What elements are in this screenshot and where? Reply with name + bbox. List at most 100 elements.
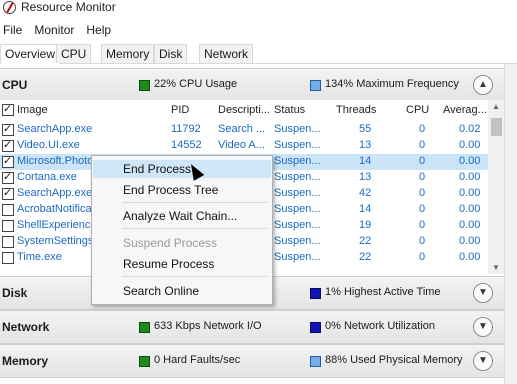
cpu-section-header[interactable]: CPU 22% CPU Usage 134% Maximum Frequency… bbox=[0, 68, 505, 102]
pid-value: 11792 bbox=[171, 123, 201, 135]
threads-value: 19 bbox=[359, 219, 372, 231]
window-scrollbar[interactable] bbox=[504, 64, 517, 384]
column-threads[interactable]: Threads bbox=[336, 104, 376, 116]
memory-used-text: 88% Used Physical Memory bbox=[325, 354, 463, 366]
row-checkbox[interactable] bbox=[2, 138, 14, 152]
select-all-checkbox[interactable] bbox=[2, 102, 14, 116]
status-value: Suspen... bbox=[274, 219, 321, 231]
scroll-thumb[interactable] bbox=[491, 118, 502, 136]
chevron-down-icon: ▼ bbox=[478, 287, 488, 298]
tab-overview[interactable]: Overview bbox=[0, 44, 61, 64]
average-value: 0.00 bbox=[459, 235, 481, 247]
memory-faults-swatch bbox=[139, 356, 150, 367]
image-name: Video.UI.exe bbox=[17, 139, 80, 151]
image-name: SearchApp.exe bbox=[17, 123, 93, 135]
table-row[interactable]: SearchApp.exe 11792 Search ... Suspen...… bbox=[0, 122, 488, 138]
row-checkbox[interactable] bbox=[2, 186, 14, 200]
status-value: Suspen... bbox=[274, 251, 321, 263]
status-value: Suspen... bbox=[274, 155, 321, 167]
average-value: 0.00 bbox=[459, 251, 481, 263]
column-status[interactable]: Status bbox=[274, 104, 305, 116]
threads-value: 13 bbox=[359, 139, 372, 151]
network-expand-button[interactable]: ▼ bbox=[473, 317, 493, 337]
average-value: 0.00 bbox=[459, 155, 481, 167]
image-name: Microsoft.Photos. bbox=[17, 155, 92, 167]
row-checkbox[interactable] bbox=[2, 154, 14, 168]
average-value: 0.02 bbox=[459, 123, 481, 135]
cpu-collapse-button[interactable]: ▲ bbox=[473, 75, 493, 95]
network-io-swatch bbox=[139, 322, 150, 333]
threads-value: 14 bbox=[359, 155, 372, 167]
status-value: Suspen... bbox=[274, 139, 321, 151]
tab-network[interactable]: Network bbox=[199, 44, 254, 63]
threads-value: 42 bbox=[359, 187, 372, 199]
cpu-usage-text: 22% CPU Usage bbox=[154, 78, 238, 90]
memory-used-swatch bbox=[310, 356, 321, 367]
cpu-value: 0 bbox=[419, 251, 426, 263]
status-value: Suspen... bbox=[274, 203, 321, 215]
cpu-frequency-text: 134% Maximum Frequency bbox=[325, 78, 459, 90]
table-row[interactable]: Video.UI.exe 14552 Video A... Suspen... … bbox=[0, 138, 488, 154]
column-cpu[interactable]: CPU bbox=[406, 104, 429, 116]
row-checkbox[interactable] bbox=[2, 170, 14, 184]
memory-section-header[interactable]: Memory 0 Hard Faults/sec 88% Used Physic… bbox=[0, 344, 505, 378]
average-value: 0.00 bbox=[459, 171, 481, 183]
menu-end-process-tree[interactable]: End Process Tree bbox=[93, 181, 271, 199]
threads-value: 14 bbox=[359, 203, 372, 215]
column-description[interactable]: Descripti... bbox=[218, 104, 270, 116]
description-value: Search ... bbox=[218, 123, 266, 135]
tab-cpu[interactable]: CPU bbox=[56, 44, 92, 63]
column-image[interactable]: Image bbox=[17, 104, 48, 116]
disk-active-text: 1% Highest Active Time bbox=[325, 286, 441, 298]
column-average[interactable]: Averag... bbox=[443, 104, 487, 116]
disk-active-swatch bbox=[310, 288, 321, 299]
average-value: 0.00 bbox=[459, 219, 481, 231]
menu-search-online[interactable]: Search Online bbox=[93, 282, 271, 300]
cpu-frequency-swatch bbox=[310, 80, 321, 91]
menu-monitor[interactable]: Monitor bbox=[31, 22, 77, 40]
network-section-header[interactable]: Network 633 Kbps Network I/O 0% Network … bbox=[0, 310, 505, 344]
row-checkbox[interactable] bbox=[2, 220, 14, 232]
table-scrollbar[interactable]: ▲ ▼ bbox=[488, 100, 505, 274]
tab-strip: Overview CPU Memory Disk Network bbox=[0, 44, 517, 64]
row-checkbox[interactable] bbox=[2, 252, 14, 264]
status-value: Suspen... bbox=[274, 123, 321, 135]
menu-help[interactable]: Help bbox=[83, 22, 114, 40]
cpu-value: 0 bbox=[419, 187, 426, 199]
average-value: 0.00 bbox=[459, 139, 481, 151]
menu-file[interactable]: File bbox=[0, 22, 25, 40]
tab-memory[interactable]: Memory bbox=[101, 44, 155, 63]
disk-expand-button[interactable]: ▼ bbox=[473, 283, 493, 303]
row-checkbox[interactable] bbox=[2, 122, 14, 136]
menu-bar: File Monitor Help bbox=[0, 22, 120, 40]
scroll-up-icon[interactable]: ▲ bbox=[492, 102, 500, 111]
row-checkbox[interactable] bbox=[2, 236, 14, 248]
image-name: Cortana.exe bbox=[17, 171, 77, 183]
image-name: AcrobatNotificatio bbox=[17, 203, 92, 215]
menu-separator bbox=[122, 276, 267, 277]
menu-separator bbox=[122, 202, 267, 203]
network-io-text: 633 Kbps Network I/O bbox=[154, 320, 262, 332]
menu-analyze-wait-chain[interactable]: Analyze Wait Chain... bbox=[93, 207, 271, 225]
column-pid[interactable]: PID bbox=[171, 104, 189, 116]
row-checkbox[interactable] bbox=[2, 204, 14, 216]
menu-resume-process[interactable]: Resume Process bbox=[93, 255, 271, 273]
image-name: Time.exe bbox=[17, 251, 62, 263]
threads-value: 22 bbox=[359, 235, 372, 247]
menu-end-process[interactable]: End Process bbox=[93, 160, 271, 178]
table-header: Image PID Descripti... Status Threads CP… bbox=[0, 100, 488, 124]
tab-disk[interactable]: Disk bbox=[154, 44, 188, 63]
memory-title: Memory bbox=[2, 354, 49, 368]
network-utilization-text: 0% Network Utilization bbox=[325, 320, 436, 332]
chevron-down-icon: ▼ bbox=[478, 355, 488, 366]
disk-title: Disk bbox=[2, 286, 28, 300]
window-title: Resource Monitor bbox=[21, 0, 116, 14]
status-value: Suspen... bbox=[274, 187, 321, 199]
cpu-value: 0 bbox=[419, 219, 426, 231]
threads-value: 22 bbox=[359, 251, 372, 263]
cpu-value: 0 bbox=[419, 155, 426, 167]
scroll-down-icon[interactable]: ▼ bbox=[492, 263, 500, 272]
title-bar: Resource Monitor bbox=[0, 0, 517, 18]
threads-value: 13 bbox=[359, 171, 372, 183]
memory-expand-button[interactable]: ▼ bbox=[473, 351, 493, 371]
